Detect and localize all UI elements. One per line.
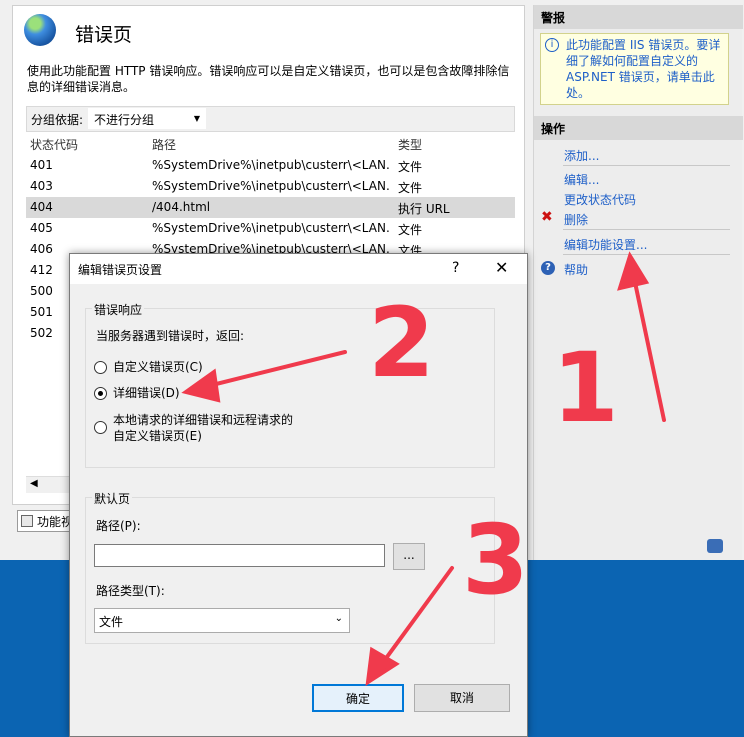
arrow-1-shaft (630, 266, 666, 422)
annotation-number-1: 1 (552, 332, 619, 444)
arrow-1-head (617, 251, 650, 291)
arrow-2-shaft (198, 350, 347, 390)
arrow-3-head (365, 646, 400, 686)
annotation-number-2: 2 (368, 287, 435, 399)
arrow-2-head (181, 368, 221, 403)
arrow-3-shaft (374, 566, 454, 674)
annotation-number-3: 3 (462, 504, 529, 616)
